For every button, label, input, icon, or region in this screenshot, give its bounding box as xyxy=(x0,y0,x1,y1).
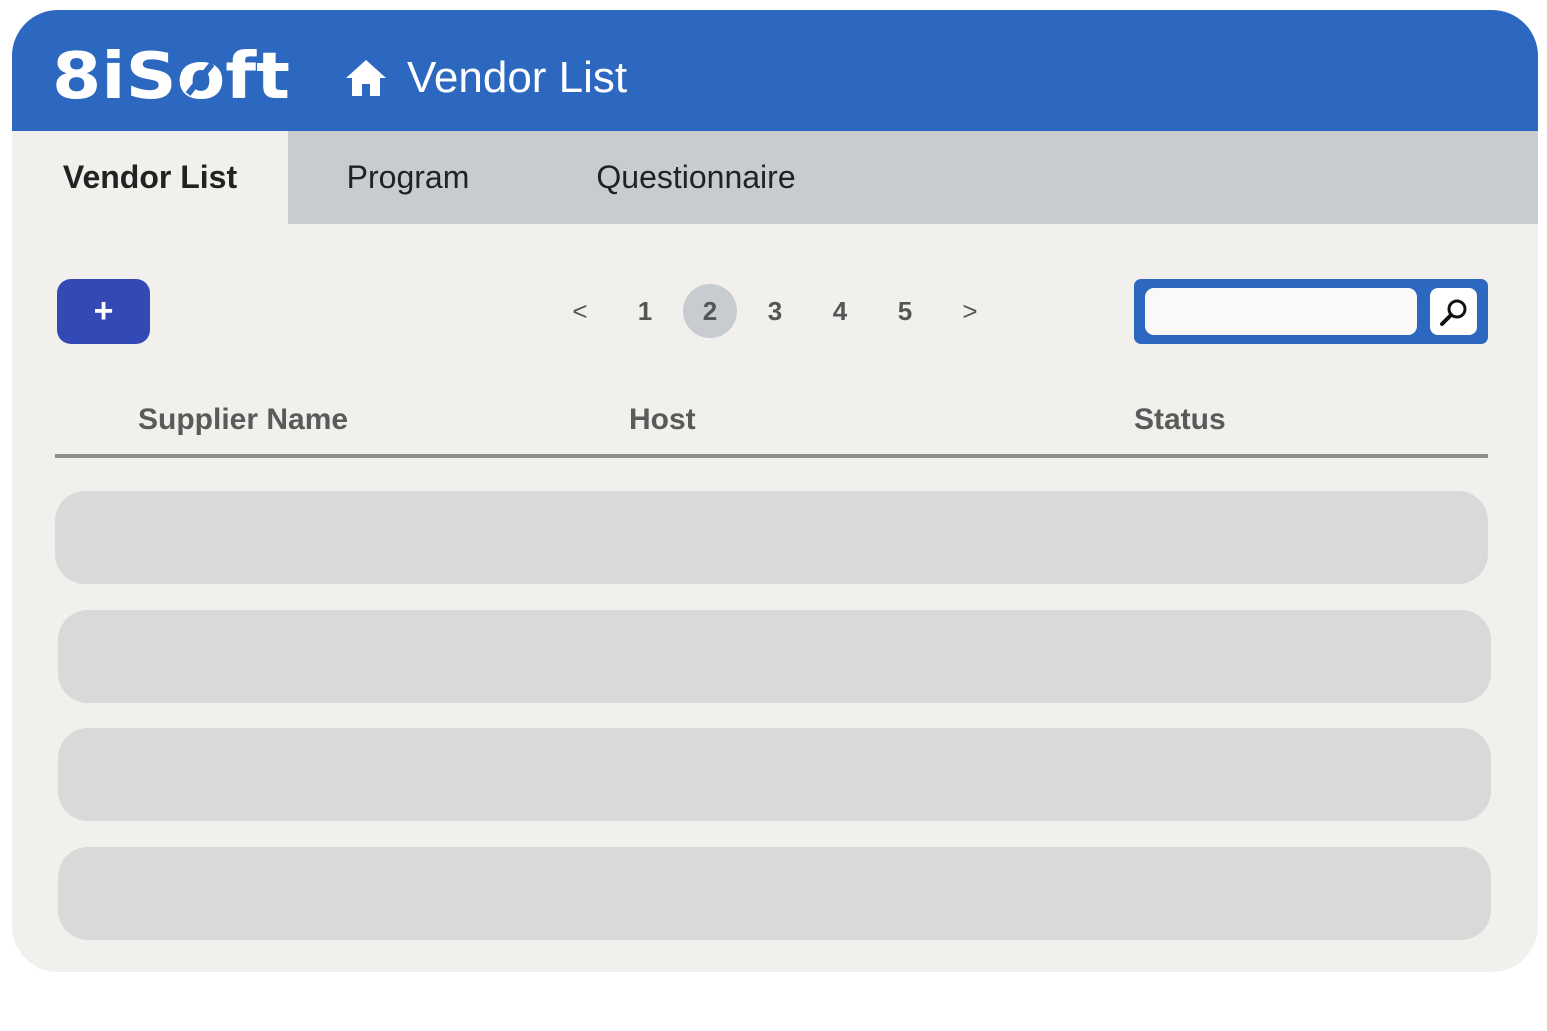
pagination-prev-button[interactable]: < xyxy=(553,284,607,338)
pagination-next-button[interactable]: > xyxy=(943,284,997,338)
search-icon xyxy=(1439,299,1466,326)
table-row[interactable] xyxy=(58,847,1491,940)
brand-logo: 8iSoft xyxy=(52,40,290,108)
search-input[interactable] xyxy=(1145,288,1417,335)
tab-questionnaire[interactable]: Questionnaire xyxy=(528,131,864,224)
search-button[interactable] xyxy=(1430,288,1477,335)
column-header-status[interactable]: Status xyxy=(1134,403,1226,437)
pagination-page-3[interactable]: 3 xyxy=(748,284,802,338)
home-icon[interactable] xyxy=(344,56,388,100)
pagination-page-5[interactable]: 5 xyxy=(878,284,932,338)
column-header-supplier-name[interactable]: Supplier Name xyxy=(138,403,348,437)
tab-vendor-list[interactable]: Vendor List xyxy=(12,131,288,224)
pagination-page-1[interactable]: 1 xyxy=(618,284,672,338)
svg-text:8iSoft: 8iSoft xyxy=(52,40,290,108)
pagination-page-4[interactable]: 4 xyxy=(813,284,867,338)
tab-bar: Vendor List Program Questionnaire xyxy=(12,131,1538,224)
table-row[interactable] xyxy=(58,610,1491,703)
table-row[interactable] xyxy=(55,491,1488,584)
header-divider xyxy=(55,454,1488,458)
tab-program[interactable]: Program xyxy=(288,131,528,224)
column-header-host[interactable]: Host xyxy=(629,403,696,437)
app-header: 8iSoft Vendor List xyxy=(12,10,1538,131)
app-window: 8iSoft Vendor List Vendor List Program Q… xyxy=(12,10,1538,972)
page-title: Vendor List xyxy=(407,53,628,102)
pagination-page-2[interactable]: 2 xyxy=(683,284,737,338)
search-bar xyxy=(1134,279,1488,344)
table-row[interactable] xyxy=(58,728,1491,821)
